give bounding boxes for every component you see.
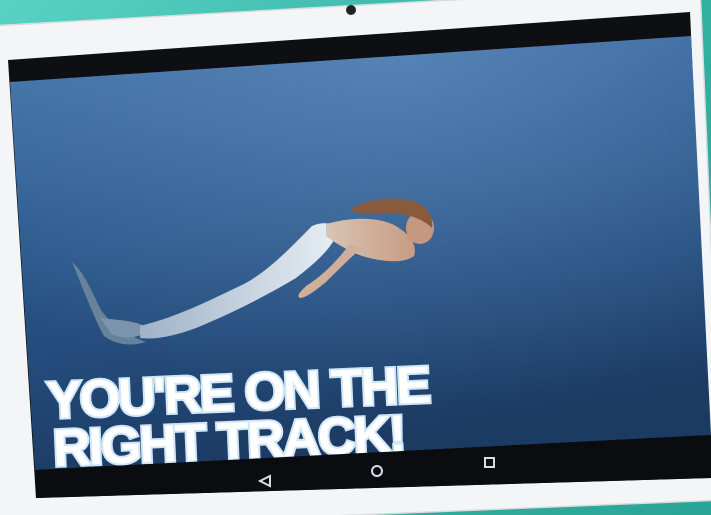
tablet-device: YOU'RE ON THE RIGHT TRACK! [0, 0, 711, 515]
front-camera [346, 5, 356, 15]
